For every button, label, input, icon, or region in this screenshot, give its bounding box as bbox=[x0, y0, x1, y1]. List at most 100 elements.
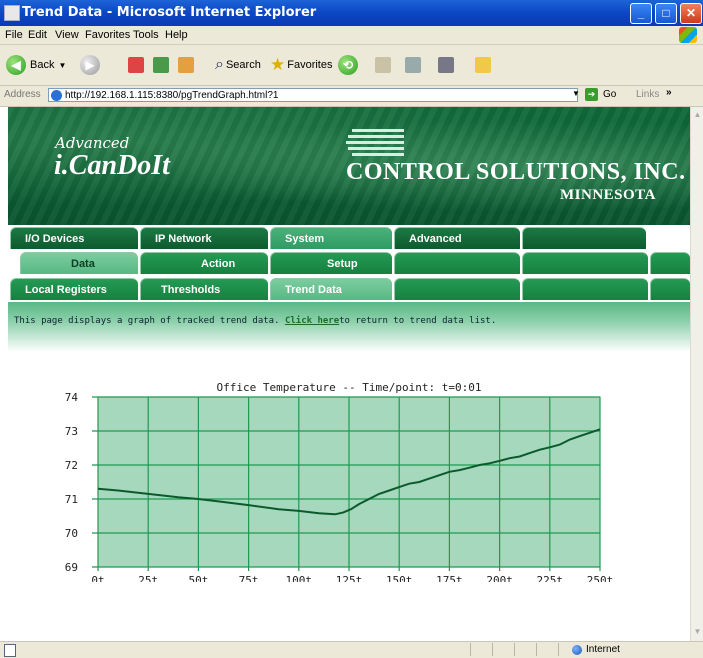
go-button[interactable]: Go bbox=[603, 89, 616, 100]
favorites-label: Favorites bbox=[287, 59, 333, 71]
tab-trend-data[interactable]: Trend Data bbox=[270, 278, 392, 300]
menu-view[interactable]: View bbox=[55, 29, 79, 41]
folder-button[interactable] bbox=[475, 54, 491, 76]
tab-system[interactable]: System bbox=[270, 227, 392, 249]
window-title-bar: Trend Data - Microsoft Internet Explorer… bbox=[0, 0, 703, 26]
address-label: Address bbox=[4, 89, 41, 100]
tab-empty-4[interactable] bbox=[394, 278, 520, 300]
menu-favorites[interactable]: Favorites bbox=[85, 29, 130, 41]
edit-button[interactable] bbox=[438, 54, 454, 76]
x-tick-label: 0t bbox=[91, 574, 104, 582]
ie-page-icon bbox=[4, 5, 20, 21]
go-arrow-icon[interactable]: ➔ bbox=[585, 88, 598, 101]
tab-empty-2[interactable] bbox=[394, 252, 520, 274]
info-band bbox=[8, 302, 690, 352]
zone-label: Internet bbox=[586, 644, 620, 655]
tab-setup[interactable]: Setup bbox=[270, 252, 392, 274]
x-tick-label: 175t bbox=[436, 574, 463, 582]
click-here-link[interactable]: Click here bbox=[285, 316, 339, 326]
maximize-button[interactable]: □ bbox=[655, 3, 677, 24]
back-arrow-icon: ◀ bbox=[6, 55, 26, 75]
home-icon bbox=[178, 57, 194, 73]
x-tick-label: 200t bbox=[486, 574, 513, 582]
window-title: Trend Data - Microsoft Internet Explorer bbox=[22, 5, 317, 20]
status-bar: Internet bbox=[0, 641, 703, 658]
y-tick-label: 72 bbox=[65, 459, 78, 472]
page-viewport: Advanced i.CanDoIt CONTROL SOLUTIONS, IN… bbox=[0, 107, 690, 641]
tab-filler-2 bbox=[650, 252, 690, 274]
company-logo-icon bbox=[346, 129, 404, 156]
tab-io-devices[interactable]: I/O Devices bbox=[10, 227, 138, 249]
mail-icon bbox=[375, 57, 391, 73]
minimize-button[interactable]: _ bbox=[630, 3, 652, 24]
mail-button[interactable] bbox=[375, 54, 391, 76]
y-tick-label: 74 bbox=[65, 391, 79, 404]
y-tick-label: 71 bbox=[65, 493, 78, 506]
windows-logo-icon bbox=[679, 27, 697, 43]
refresh-button[interactable] bbox=[153, 54, 169, 76]
tab-empty-1[interactable] bbox=[522, 227, 646, 249]
menu-bar: File Edit View Favorites Tools Help bbox=[0, 26, 703, 45]
x-tick-label: 25t bbox=[138, 574, 158, 582]
page-tabs: Local Registers Thresholds Trend Data bbox=[8, 278, 690, 300]
tab-ip-network[interactable]: IP Network bbox=[140, 227, 268, 249]
back-label: Back bbox=[30, 59, 55, 71]
tab-filler-3 bbox=[650, 278, 690, 300]
tab-action-rules[interactable]: Action Rules bbox=[140, 252, 268, 292]
x-tick-label: 125t bbox=[336, 574, 363, 582]
x-tick-label: 225t bbox=[537, 574, 564, 582]
print-button[interactable] bbox=[405, 54, 421, 76]
scroll-up-icon[interactable]: ▲ bbox=[692, 109, 703, 120]
menu-edit[interactable]: Edit bbox=[28, 29, 47, 41]
page-status-icon bbox=[4, 644, 16, 657]
tab-thresholds[interactable]: Thresholds bbox=[140, 278, 268, 300]
x-tick-label: 75t bbox=[239, 574, 259, 582]
print-icon bbox=[405, 57, 421, 73]
forward-button[interactable]: ▶ bbox=[80, 54, 100, 76]
back-button[interactable]: ◀ Back ▼ bbox=[6, 54, 66, 76]
main-tabs: I/O Devices IP Network System Advanced bbox=[8, 227, 690, 249]
tab-empty-3[interactable] bbox=[522, 252, 648, 274]
y-tick-label: 69 bbox=[65, 561, 78, 574]
menu-file[interactable]: File bbox=[5, 29, 23, 41]
scroll-down-icon[interactable]: ▼ bbox=[692, 626, 703, 637]
stop-button[interactable] bbox=[128, 54, 144, 76]
links-label[interactable]: Links bbox=[636, 89, 659, 100]
url-field[interactable]: http://192.168.1.115:8380/pgTrendGraph.h… bbox=[48, 88, 578, 102]
x-tick-label: 50t bbox=[188, 574, 208, 582]
home-button[interactable] bbox=[178, 54, 194, 76]
tab-advanced[interactable]: Advanced bbox=[394, 227, 520, 249]
y-tick-label: 70 bbox=[65, 527, 78, 540]
history-button[interactable]: ⟲ bbox=[338, 54, 358, 76]
site-banner: Advanced i.CanDoIt CONTROL SOLUTIONS, IN… bbox=[8, 107, 690, 225]
tab-empty-5[interactable] bbox=[522, 278, 648, 300]
trend-chart: 0t 25t 50t 75t 100t 125t 150t 175t 200t 225t 250t 7… bbox=[65, 381, 614, 582]
history-icon: ⟲ bbox=[338, 55, 358, 75]
tab-local-registers[interactable]: Local Registers bbox=[10, 278, 138, 300]
chevron-right-icon[interactable]: » bbox=[666, 87, 672, 98]
search-label: Search bbox=[225, 59, 261, 71]
info-text: This page displays a graph of tracked tr… bbox=[14, 316, 496, 326]
url-dropdown-icon[interactable]: ▼ bbox=[572, 89, 580, 98]
dropdown-icon: ▼ bbox=[58, 60, 67, 70]
menu-help[interactable]: Help bbox=[165, 29, 188, 41]
favorites-button[interactable]: ★ Favorites bbox=[270, 54, 333, 76]
tab-data[interactable]: Data bbox=[20, 252, 138, 274]
folder-icon bbox=[475, 57, 491, 73]
chart-title: Office Temperature -- Time/point: t=0:01 bbox=[217, 381, 482, 394]
banner-brand: i.CanDoIt bbox=[54, 150, 170, 181]
vertical-scrollbar[interactable]: ▲ ▼ bbox=[690, 107, 703, 641]
stop-icon bbox=[128, 57, 144, 73]
x-tick-label: 250t bbox=[587, 574, 614, 582]
browser-toolbar: ◀ Back ▼ ▶ ⌕ Search ★ Favorites ⟲ bbox=[0, 45, 703, 86]
sub-tabs: Data Action Rules Setup bbox=[8, 252, 690, 292]
search-icon: ⌕ bbox=[215, 56, 224, 73]
x-tick-label: 100t bbox=[286, 574, 313, 582]
search-button[interactable]: ⌕ Search bbox=[215, 54, 261, 76]
forward-arrow-icon: ▶ bbox=[80, 55, 100, 75]
close-button[interactable]: ✕ bbox=[680, 3, 702, 24]
menu-tools[interactable]: Tools bbox=[133, 29, 159, 41]
ie-icon bbox=[51, 90, 62, 101]
banner-state: MINNESOTA bbox=[560, 187, 656, 203]
x-tick-label: 150t bbox=[386, 574, 413, 582]
